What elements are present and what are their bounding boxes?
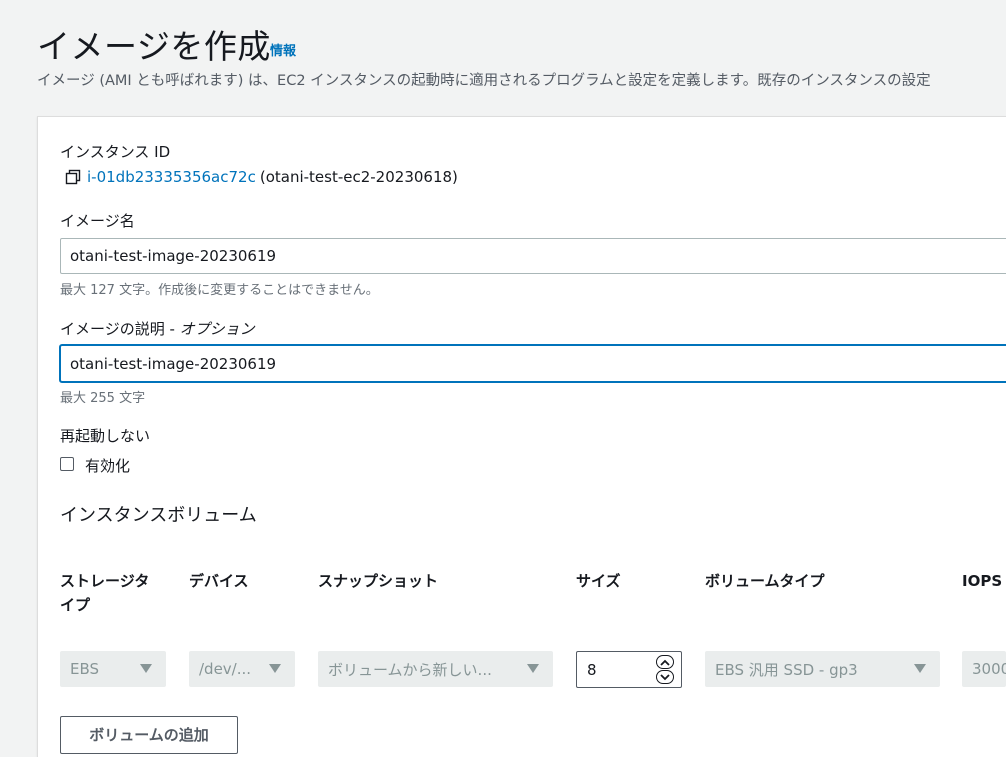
iops-value: 3000 bbox=[972, 660, 1006, 678]
col-snapshot: スナップショット bbox=[318, 572, 439, 590]
chevron-down-icon[interactable] bbox=[656, 670, 674, 684]
col-volume-type: ボリュームタイプ bbox=[705, 572, 825, 590]
image-name-label: イメージ名 bbox=[60, 212, 135, 230]
size-stepper-buttons bbox=[656, 655, 674, 684]
add-volume-button[interactable]: ボリュームの追加 bbox=[60, 716, 238, 754]
storage-type-select[interactable]: EBS bbox=[60, 651, 166, 687]
snapshot-value: ボリュームから新しい... bbox=[328, 660, 492, 679]
col-device: デバイス bbox=[189, 572, 249, 590]
instance-volumes-title: インスタンスボリューム bbox=[60, 505, 257, 526]
optional-label: オプション bbox=[179, 320, 255, 338]
no-reboot-label: 再起動しない bbox=[60, 427, 151, 445]
caret-down-icon bbox=[269, 664, 281, 673]
snapshot-select[interactable]: ボリュームから新しい... bbox=[318, 651, 553, 687]
col-size: サイズ bbox=[576, 572, 621, 590]
image-description-input[interactable] bbox=[60, 345, 1006, 382]
image-description-hint: 最大 255 文字 bbox=[60, 391, 146, 406]
storage-type-value: EBS bbox=[70, 660, 100, 678]
caret-down-icon bbox=[527, 664, 539, 673]
page-description: イメージ (AMI とも呼ばれます) は、EC2 インスタンスの起動時に適用され… bbox=[37, 73, 931, 89]
col-storage-type: ストレージタ イプ bbox=[60, 572, 150, 614]
image-description-label: イメージの説明 - オプション bbox=[60, 318, 255, 339]
caret-down-icon bbox=[140, 664, 152, 673]
device-select[interactable]: /dev/... bbox=[189, 651, 295, 687]
volume-type-select[interactable]: EBS 汎用 SSD - gp3 bbox=[705, 651, 940, 687]
no-reboot-checkbox-label[interactable]: 有効化 bbox=[85, 455, 130, 476]
image-name-hint: 最大 127 文字。作成後に変更することはできません。 bbox=[60, 283, 379, 298]
size-stepper[interactable]: 8 bbox=[576, 651, 682, 688]
image-name-input[interactable] bbox=[60, 238, 1006, 274]
instance-id-row: i-01db23335356ac72c (otani-test-ec2-2023… bbox=[65, 168, 458, 186]
col-iops: IOPS bbox=[962, 572, 1003, 590]
page-title: イメージを作成 bbox=[37, 27, 271, 66]
copy-icon[interactable] bbox=[65, 169, 81, 185]
instance-name: (otani-test-ec2-20230618) bbox=[259, 168, 458, 186]
size-value: 8 bbox=[587, 660, 597, 679]
instance-id-label: インスタンス ID bbox=[60, 143, 171, 161]
instance-id-link[interactable]: i-01db23335356ac72c bbox=[87, 168, 256, 186]
volume-type-value: EBS 汎用 SSD - gp3 bbox=[715, 660, 858, 679]
device-value: /dev/... bbox=[199, 660, 252, 678]
caret-down-icon bbox=[914, 664, 926, 673]
chevron-up-icon[interactable] bbox=[656, 655, 674, 669]
image-description-label-text: イメージの説明 - bbox=[60, 320, 180, 338]
no-reboot-checkbox[interactable] bbox=[60, 457, 74, 471]
info-link[interactable]: 情報 bbox=[270, 40, 296, 59]
iops-input[interactable]: 3000 bbox=[962, 651, 1006, 687]
